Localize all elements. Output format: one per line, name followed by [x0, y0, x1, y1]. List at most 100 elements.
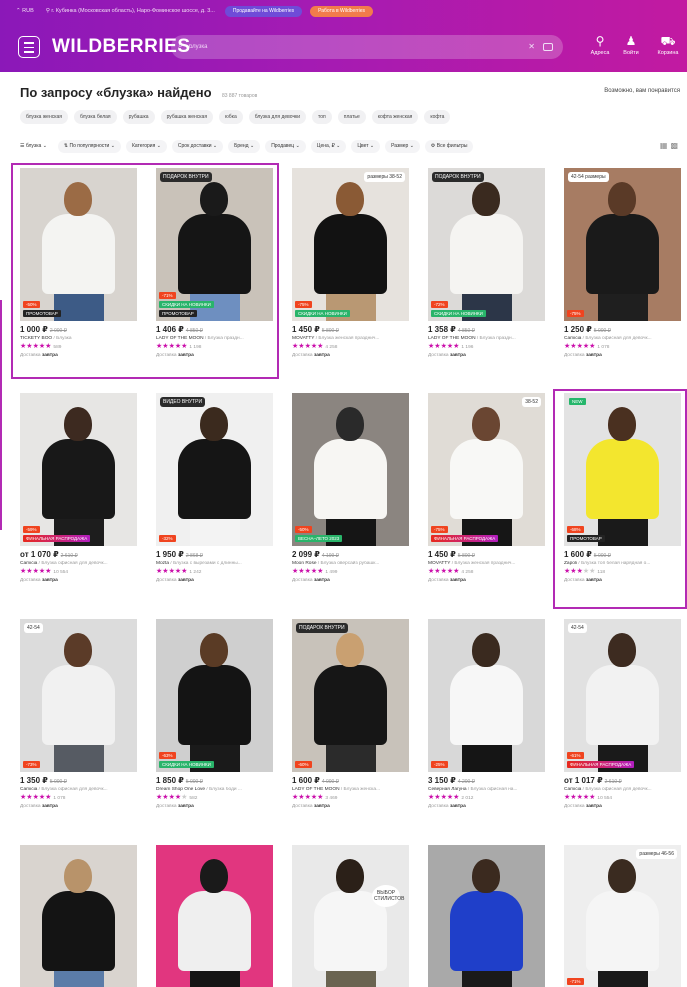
product-photo[interactable]: -63% СКИДКИ НА НОВИНКИ [156, 619, 273, 772]
product-brand[interactable]: Camicia / Блузка офисная для девочк... [564, 336, 681, 341]
filter-button[interactable]: Продавец ⌄ [265, 140, 306, 153]
product-photo[interactable]: 42-54 -73% [20, 619, 137, 772]
delivery-day: завтра [449, 578, 466, 583]
suggestion-chip[interactable]: блузка женская [20, 110, 68, 124]
product-photo[interactable]: ПОДАРОК ВНУТРИ -60% [292, 619, 409, 772]
product-photo[interactable]: -59% ФИНАЛЬНАЯ РАСПРОДАЖА [20, 393, 137, 546]
suggestion-chip[interactable]: рубашка женская [160, 110, 214, 124]
product-photo[interactable]: ВИДЕО ВНУТРИ -32% [156, 393, 273, 546]
sell-on-wb-button[interactable]: Продавайте на Wildberries [224, 5, 303, 17]
product-card[interactable] [156, 845, 273, 987]
filter-button[interactable]: Цвет ⌄ [351, 140, 381, 153]
product-photo[interactable]: ПОДАРОК ВНУТРИ -72% СКИДКИ НА НОВИНКИ [428, 168, 545, 321]
product-brand[interactable]: Mozta / Блузка с вырезами с длинны... [156, 561, 273, 566]
work-at-wb-button[interactable]: Работа в Wildberries [310, 5, 374, 17]
reviews-count: 1 499 [325, 570, 338, 575]
filter-button[interactable]: Категория ⌄ [125, 140, 167, 153]
product-card[interactable]: 42-54 размеры -75% 1 250 ₽5 000 ₽ Camicia /… [564, 168, 681, 358]
product-card[interactable]: ВЫБОР СТИЛИСТОВ [292, 845, 409, 987]
filter-button[interactable]: ☰ блузка ⌄ [20, 140, 53, 153]
product-photo[interactable]: размеры 38-52 -75% СКИДКИ НА НОВИНКИ [292, 168, 409, 321]
product-photo[interactable]: ПОДАРОК ВНУТРИ -71% СКИДКИ НА НОВИНКИ ПРОМО… [156, 168, 273, 321]
product-card[interactable]: 42-54 -61% ФИНАЛЬНАЯ РАСПРОДАЖА от 1 017 ₽2… [564, 619, 681, 809]
product-brand[interactable]: Северная Лагуна / Блузка офисная на... [428, 787, 545, 792]
product-brand[interactable]: LADY OF THE MOON / Блузка женска... [292, 787, 409, 792]
product-card[interactable]: -59% ФИНАЛЬНАЯ РАСПРОДАЖА от 1 070 ₽2 610 … [20, 393, 137, 583]
suggestion-chip[interactable]: топ [312, 110, 332, 124]
product-photo[interactable]: NEW -68% ПРОМОТОВАР [564, 393, 681, 546]
filter-button[interactable]: ⇅ По популярности ⌄ [57, 140, 121, 153]
product-card[interactable]: -50% ПРОМОТОВАР 1 000 ₽2 000 ₽ TICKETY BOO … [20, 168, 137, 358]
product-card[interactable]: 38-52 -75% ФИНАЛЬНАЯ РАСПРОДАЖА 1 450 ₽5 80… [428, 393, 545, 583]
product-card[interactable]: размеры 46-56-71%СКИДКИ НА НОВИНКИ [564, 845, 681, 987]
currency-selector[interactable]: ⌃ RUB [16, 8, 34, 14]
grid-large-icon[interactable]: ▩ [670, 141, 681, 150]
product-brand[interactable]: Camicia / Блузка офисная для девочк... [20, 787, 137, 792]
product-photo[interactable]: -50% ВЕСНА–ЛЕТО 2023 [292, 393, 409, 546]
menu-burger-button[interactable] [18, 36, 40, 58]
filter-button[interactable]: Бренд ⌄ [228, 140, 261, 153]
suggestion-chip[interactable]: кофта женская [371, 110, 419, 124]
search-input[interactable] [189, 39, 519, 55]
suggestion-chip[interactable]: блузка белая [74, 110, 117, 124]
search-bar[interactable]: ⌕ ✕ [171, 35, 563, 59]
location-selector[interactable]: ⚲ г. Кубинка (Московская область), Наро-… [46, 8, 215, 14]
old-price: 4 000 ₽ [321, 779, 339, 785]
old-price: 2 000 ₽ [49, 328, 67, 334]
product-card[interactable]: -72% [20, 845, 137, 987]
product-brand[interactable]: MOVATTY / Блузка женская празднич... [428, 561, 545, 566]
product-card[interactable]: ПОДАРОК ВНУТРИ -60% 1 600 ₽4 000 ₽ LADY OF … [292, 619, 409, 809]
grid-small-icon[interactable]: ▦ [660, 141, 671, 150]
product-brand[interactable]: LADY OF THE MOON / Блузка праздн... [156, 336, 273, 341]
product-card[interactable]: -50% ВЕСНА–ЛЕТО 2023 2 099 ₽4 199 ₽ Moon Ro… [292, 393, 409, 583]
product-photo[interactable]: 42-54 -61% ФИНАЛЬНАЯ РАСПРОДАЖА [564, 619, 681, 772]
product-card[interactable]: ПОДАРОК ВНУТРИ -71% СКИДКИ НА НОВИНКИ ПРОМО… [156, 168, 273, 358]
suggestion-chip[interactable]: платье [337, 110, 366, 124]
product-photo[interactable] [428, 845, 545, 987]
product-photo[interactable]: размеры 46-56-71%СКИДКИ НА НОВИНКИ [564, 845, 681, 987]
product-brand[interactable]: TICKETY BOO / Блузка [20, 336, 137, 341]
product-brand[interactable]: Camicia / Блузка офисная для девочк... [564, 787, 681, 792]
model-blouse [586, 214, 659, 294]
site-logo[interactable]: WILDBERRIES [52, 36, 191, 58]
camera-search-icon[interactable] [543, 43, 553, 51]
filter-button[interactable]: ⚙ Все фильтры [424, 140, 474, 153]
filter-button[interactable]: Размер ⌄ [385, 140, 420, 153]
product-photo[interactable]: ВЫБОР СТИЛИСТОВ [292, 845, 409, 987]
product-brand[interactable]: Dream Shop One Love / Блузка боди ... [156, 787, 273, 792]
maybe-you-like-link[interactable]: Возможно, вам понравится [604, 88, 680, 94]
cart-button[interactable]: ⛟ Корзина [652, 34, 684, 56]
product-brand[interactable]: Zapoli / Блузка топ белая нарядная о... [564, 561, 681, 566]
product-card[interactable]: -63% СКИДКИ НА НОВИНКИ 1 850 ₽5 000 ₽ Dream… [156, 619, 273, 809]
filter-button[interactable]: Цена, ₽ ⌄ [310, 140, 347, 153]
address-button[interactable]: ⚲ Адреса [584, 34, 616, 56]
product-photo[interactable] [156, 845, 273, 987]
suggestion-chip[interactable]: кофта [424, 110, 451, 124]
product-price: 1 406 ₽4 850 ₽ [156, 325, 203, 334]
product-card[interactable]: ПОДАРОК ВНУТРИ -72% СКИДКИ НА НОВИНКИ 1 358… [428, 168, 545, 358]
product-card[interactable]: -25% 3 150 ₽4 200 ₽ Северная Лагуна / Блуз… [428, 619, 545, 809]
product-card[interactable]: 42-54 -73% 1 350 ₽5 000 ₽ Camicia / Блузка … [20, 619, 137, 809]
product-photo[interactable]: -25% [428, 619, 545, 772]
filter-button[interactable]: Срок доставки ⌄ [171, 140, 224, 153]
product-brand[interactable]: MOVATTY / Блузка женская празднич... [292, 336, 409, 341]
suggestion-chip[interactable]: рубашка [122, 110, 155, 124]
product-brand[interactable]: Camicia / Блузка офисная для девочк... [20, 561, 137, 566]
product-photo[interactable]: 42-54 размеры -75% [564, 168, 681, 321]
product-card[interactable]: ВИДЕО ВНУТРИ -32% 1 950 ₽2 868 ₽ Mozta / Бл… [156, 393, 273, 583]
product-brand[interactable]: Moon Rose / Блузка оверсайз рубашк... [292, 561, 409, 566]
clear-search-icon[interactable]: ✕ [528, 42, 535, 51]
product-rating: ★★★★★ 1 196 [428, 343, 545, 352]
product-photo[interactable]: -72% [20, 845, 137, 987]
login-button[interactable]: ♟ Войти [615, 34, 647, 56]
suggestion-chip[interactable]: блузка для девочки [248, 110, 307, 124]
product-photo[interactable]: 38-52 -75% ФИНАЛЬНАЯ РАСПРОДАЖА [428, 393, 545, 546]
view-toggle[interactable]: ▦▩ [660, 141, 681, 150]
product-photo[interactable]: -50% ПРОМОТОВАР [20, 168, 137, 321]
product-card[interactable] [428, 845, 545, 987]
suggestion-chip[interactable]: юбка [219, 110, 243, 124]
product-brand[interactable]: LADY OF THE MOON / Блузка праздн... [428, 336, 545, 341]
old-price: 4 850 ₽ [457, 328, 475, 334]
product-card[interactable]: NEW -68% ПРОМОТОВАР 1 600 ₽5 000 ₽ Zapoli / … [564, 393, 681, 583]
product-card[interactable]: размеры 38-52 -75% СКИДКИ НА НОВИНКИ 1 450 … [292, 168, 409, 358]
